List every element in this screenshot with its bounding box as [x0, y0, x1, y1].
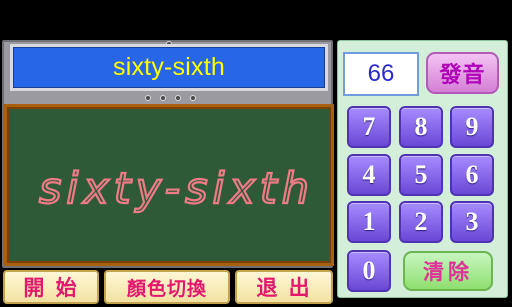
digit-key-label: 0 — [362, 256, 376, 285]
digit-key-label: 9 — [465, 112, 479, 141]
digit-key-8[interactable]: 8 — [399, 106, 443, 148]
digit-key-2[interactable]: 2 — [399, 201, 443, 243]
digit-key-label: 3 — [465, 207, 479, 236]
clear-button-label: 清除 — [423, 260, 473, 284]
color-switch-button-label: 顏色切換 — [126, 277, 207, 300]
digit-key-label: 4 — [362, 160, 376, 189]
digit-key-label: 2 — [414, 207, 428, 236]
digit-key-0[interactable]: 0 — [347, 250, 391, 292]
digit-key-label: 7 — [362, 112, 376, 141]
digit-key-label: 8 — [414, 112, 428, 141]
color-switch-button[interactable]: 顏色切換 — [104, 270, 230, 304]
clear-button[interactable]: 清除 — [403, 251, 493, 291]
handwritten-word: sixty-sixth — [39, 164, 314, 214]
word-banner: sixty-sixth — [10, 44, 328, 91]
number-display: 66 — [343, 52, 419, 96]
number-display-value: 66 — [367, 60, 395, 87]
digit-key-3[interactable]: 3 — [450, 201, 494, 243]
digit-key-1[interactable]: 1 — [347, 201, 391, 243]
start-button-label: 開 始 — [23, 276, 79, 300]
speak-button[interactable]: 發音 — [426, 52, 499, 94]
indicator-dot-icon — [145, 95, 151, 101]
digit-key-9[interactable]: 9 — [450, 106, 494, 148]
digit-key-5[interactable]: 5 — [399, 154, 443, 196]
word-title: sixty-sixth — [113, 53, 225, 81]
exit-button-label: 退 出 — [256, 276, 312, 300]
digit-key-4[interactable]: 4 — [347, 154, 391, 196]
indicator-dot-icon — [190, 95, 196, 101]
speak-button-label: 發音 — [439, 63, 486, 88]
start-button[interactable]: 開 始 — [3, 270, 99, 304]
digit-key-7[interactable]: 7 — [347, 106, 391, 148]
chalkboard[interactable]: sixty-sixth — [4, 104, 334, 266]
digit-key-6[interactable]: 6 — [450, 154, 494, 196]
digit-key-label: 1 — [362, 207, 376, 236]
digit-key-label: 6 — [465, 160, 479, 189]
exit-button[interactable]: 退 出 — [235, 270, 333, 304]
handwriting-canvas[interactable]: sixty-sixth — [7, 107, 331, 263]
digit-key-label: 5 — [414, 160, 428, 189]
indicator-dot-icon — [160, 95, 166, 101]
indicator-dot-icon — [175, 95, 181, 101]
